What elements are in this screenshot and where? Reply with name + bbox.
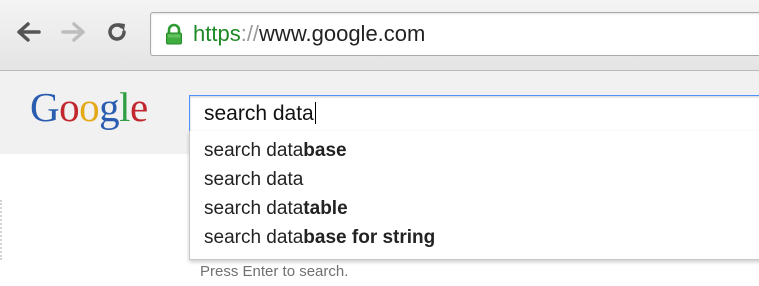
press-enter-hint: Press Enter to search.: [200, 263, 349, 280]
suggestions-dropdown: search database search data search datat…: [189, 131, 759, 260]
reload-icon[interactable]: [102, 18, 132, 46]
page-edge-residue: [0, 200, 8, 260]
lock-icon[interactable]: [163, 23, 185, 45]
suggestion-completion: base for string: [303, 227, 436, 248]
suggestion-item[interactable]: search database: [204, 137, 347, 165]
back-arrow-icon[interactable]: [14, 18, 44, 46]
browser-toolbar: https://www.google.com: [0, 0, 759, 71]
logo-letter: e: [130, 84, 148, 130]
logo-letter: g: [99, 84, 120, 130]
suggestion-typed: search data: [204, 169, 304, 190]
forward-arrow-icon[interactable]: [58, 18, 88, 46]
suggestion-item[interactable]: search datatable: [204, 195, 348, 223]
suggestion-completion: base: [303, 140, 347, 161]
logo-letter: G: [30, 84, 60, 130]
url-text: https://www.google.com: [193, 22, 425, 46]
suggestion-typed: search data: [204, 198, 304, 219]
search-input-value: search data: [204, 102, 314, 125]
search-input[interactable]: search data: [189, 95, 759, 133]
suggestion-typed: search data: [204, 227, 304, 248]
text-caret: [314, 102, 316, 124]
suggestion-item[interactable]: search database for string: [204, 224, 435, 252]
address-bar[interactable]: https://www.google.com: [150, 12, 759, 56]
logo-letter: l: [119, 84, 131, 130]
suggestion-completion: table: [303, 198, 348, 219]
url-separator: ://: [240, 21, 260, 46]
url-host: www.google.com: [259, 21, 426, 46]
logo-letter: o: [59, 84, 80, 130]
suggestion-item[interactable]: search data: [204, 166, 303, 194]
suggestion-typed: search data: [204, 140, 304, 161]
google-logo[interactable]: Google: [30, 84, 148, 130]
url-scheme: https: [193, 21, 241, 46]
logo-letter: o: [79, 84, 100, 130]
